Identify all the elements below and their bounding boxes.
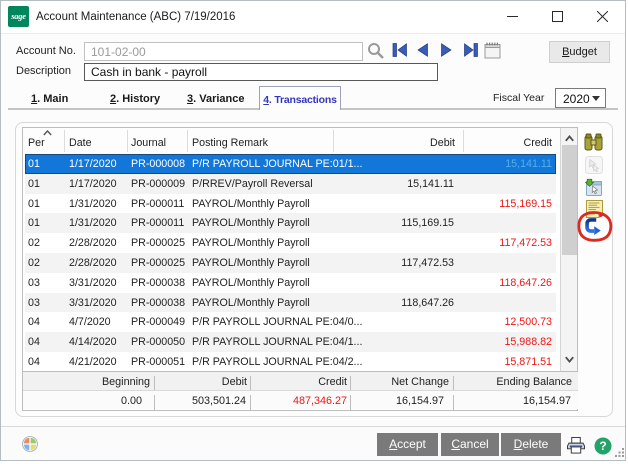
- svg-text:?: ?: [599, 439, 606, 453]
